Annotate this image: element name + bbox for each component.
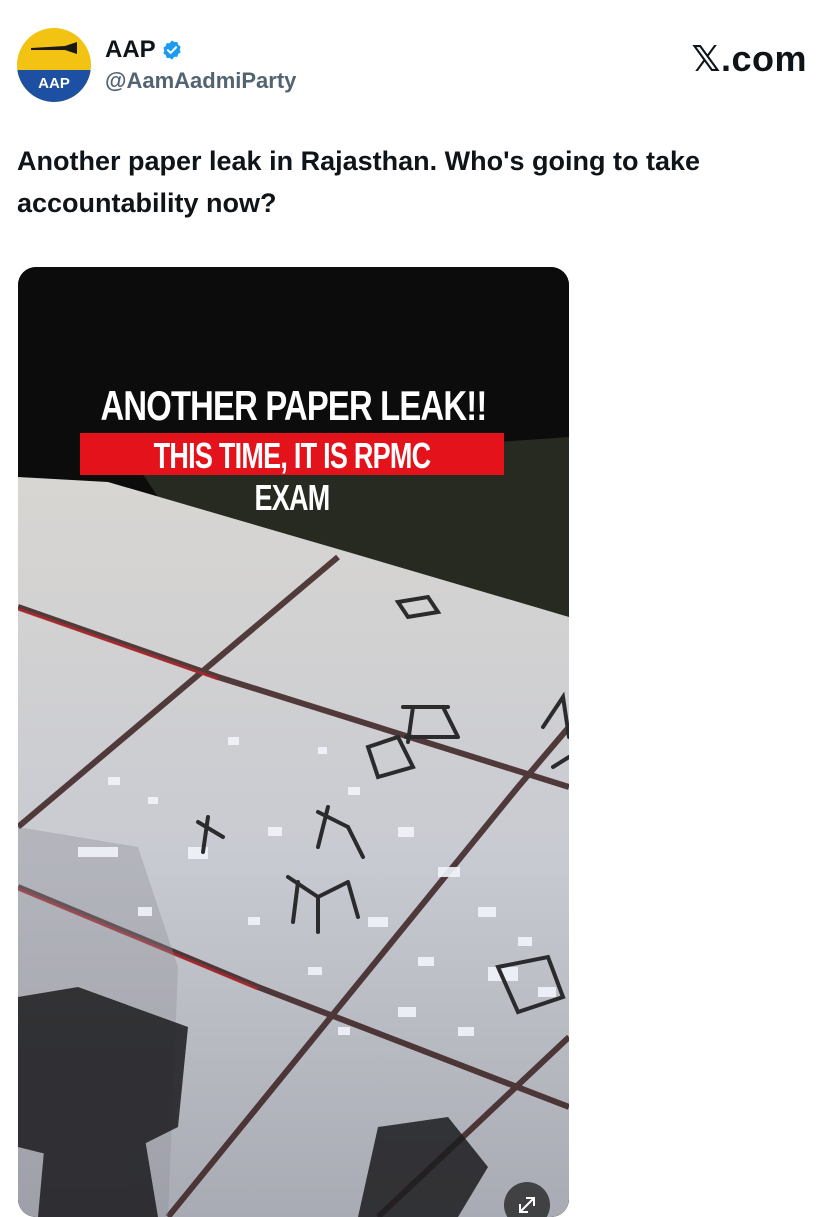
tweet-video[interactable]: ANOTHER PAPER LEAK!! THIS TIME, IT IS RP… [18,267,569,1217]
video-caption-subline: THIS TIME, IT IS RPMC EXAM [153,435,432,518]
avatar-label: AAP [17,70,91,102]
video-caption-headline: ANOTHER PAPER LEAK!! [100,382,487,429]
tweet-header: AAP AAP @AamAadmiParty 𝕏.com [17,28,807,108]
x-brand-logo: 𝕏.com [691,38,807,80]
x-logo-icon: 𝕏 [691,39,721,80]
author-info: AAP @AamAadmiParty [105,36,296,94]
brand-domain: .com [720,38,807,79]
tweet-text: Another paper leak in Rajasthan. Who's g… [17,146,701,218]
video-caption-banner: THIS TIME, IT IS RPMC EXAM [80,433,504,518]
verified-badge-icon [163,40,181,60]
avatar[interactable]: AAP [17,28,91,102]
author-display-name[interactable]: AAP [105,36,156,64]
author-handle[interactable]: @AamAadmiParty [105,68,296,94]
broom-icon [31,42,77,54]
